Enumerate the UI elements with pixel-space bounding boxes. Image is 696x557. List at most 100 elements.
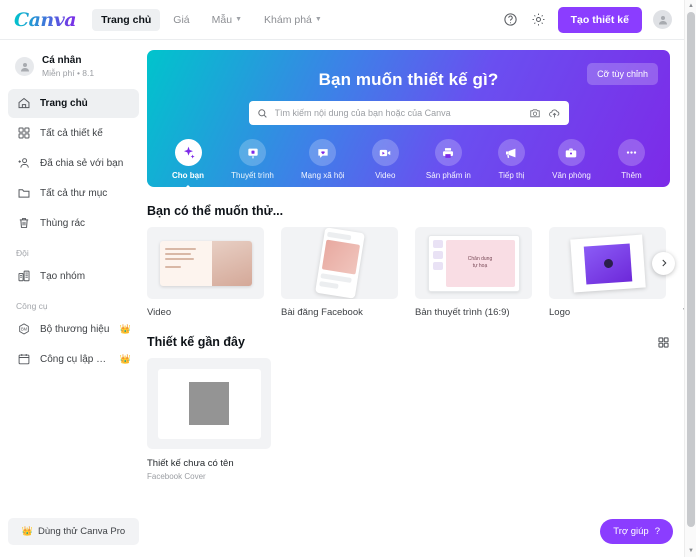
pro-upsell: 👑 Dùng thử Canva Pro — [8, 518, 139, 545]
camera-icon[interactable] — [529, 107, 541, 119]
category-office[interactable]: Văn phòng — [552, 139, 591, 180]
question-circle-icon[interactable] — [502, 11, 519, 28]
svg-text:BM: BM — [20, 327, 27, 332]
sidebar-group-tools: Công cụ — [16, 300, 48, 311]
gear-icon[interactable] — [530, 11, 547, 28]
sidebar-item-home[interactable]: Trang chủ — [8, 88, 139, 118]
recent-design-card[interactable]: Thiết kế chưa có tên Facebook Cover — [147, 358, 271, 481]
nav-item-explore[interactable]: Khám phá ▼ — [255, 9, 331, 31]
template-card-logo[interactable]: Logo — [549, 227, 666, 318]
nav-item-label: Trang chủ — [101, 13, 152, 26]
sidebar-item-all-designs[interactable]: Tất cả thiết kế — [8, 119, 139, 148]
category-label: Mạng xã hội — [301, 171, 345, 180]
account-name: Cá nhân — [42, 55, 82, 66]
main-nav: Trang chủ Giá Mẫu ▼ Khám phá ▼ — [92, 8, 331, 31]
sidebar-item-label: Đã chia sẻ với bạn — [40, 157, 124, 169]
nav-item-label: Mẫu — [211, 13, 233, 26]
section-title: Bạn có thể muốn thử... — [147, 204, 284, 218]
category-print-products[interactable]: Sản phẩm in — [426, 139, 471, 180]
try-canva-pro-button[interactable]: 👑 Dùng thử Canva Pro — [8, 518, 139, 545]
category-label: Sản phẩm in — [425, 171, 471, 180]
shared-user-icon — [16, 156, 31, 171]
pro-button-label: Dùng thử Canva Pro — [38, 526, 126, 537]
recent-design-type: Facebook Cover — [147, 472, 206, 481]
nav-item-templates[interactable]: Mẫu ▼ — [203, 9, 251, 31]
facebook-post-thumb — [281, 227, 398, 299]
video-template-thumb — [147, 227, 264, 299]
sidebar-item-label: Công cụ lập kế hoạch nội ... — [40, 353, 111, 365]
custom-size-button[interactable]: Cỡ tùy chỉnh — [587, 63, 658, 85]
category-marketing[interactable]: Tiếp thị — [497, 139, 525, 180]
recent-section-header: Thiết kế gần đây — [147, 318, 684, 358]
brand-icon: BM — [16, 322, 31, 337]
help-button-label: Trợ giúp — [613, 526, 649, 537]
sidebar-item-content-planner[interactable]: Công cụ lập kế hoạch nội ... 👑 — [8, 345, 139, 374]
crown-icon: 👑 — [119, 323, 131, 334]
cloud-upload-icon[interactable] — [548, 107, 561, 120]
grid-view-icon[interactable] — [657, 336, 670, 349]
search-bar — [248, 101, 569, 125]
template-card-facebook-post[interactable]: Bài đăng Facebook — [281, 227, 398, 318]
sparkle-icon — [174, 139, 202, 166]
video-camera-icon — [371, 139, 399, 166]
sidebar-item-label: Tạo nhóm — [40, 270, 86, 282]
category-row: Cho bạn Thuyết trình Mạng xã hội Video S… — [147, 125, 670, 180]
category-label: Thêm — [621, 171, 642, 180]
help-button[interactable]: Trợ giúp ? — [600, 519, 673, 544]
nav-item-label: Giá — [173, 13, 190, 26]
search-input[interactable] — [274, 108, 522, 118]
category-video[interactable]: Video — [371, 139, 399, 180]
avatar[interactable] — [653, 10, 672, 29]
category-label: Tiếp thị — [498, 171, 525, 180]
category-social-media[interactable]: Mạng xã hội — [301, 139, 345, 180]
sidebar-item-create-team[interactable]: Tạo nhóm — [8, 262, 139, 291]
sidebar: Cá nhân Miễn phí • 8.1 Trang chủ Tất cả … — [0, 41, 147, 557]
crown-icon: 👑 — [21, 526, 34, 536]
recent-designs-list: Thiết kế chưa có tên Facebook Cover — [147, 358, 684, 481]
recent-design-name: Thiết kế chưa có tên — [147, 458, 234, 469]
category-label: Thuyết trình — [231, 171, 274, 180]
sidebar-item-trash[interactable]: Thùng rác — [8, 209, 139, 238]
presentation-thumb: Chân dung tự hoạ — [415, 227, 532, 299]
sidebar-nav: Trang chủ Tất cả thiết kế Đã chia sẻ với… — [8, 88, 139, 374]
thumb-placeholder — [189, 382, 229, 425]
folder-icon — [16, 186, 31, 201]
calendar-icon — [16, 352, 31, 367]
nav-item-home[interactable]: Trang chủ — [92, 8, 161, 31]
page-scrollbar[interactable]: ▲ ▼ — [684, 0, 696, 557]
category-presentation[interactable]: Thuyết trình — [231, 139, 274, 180]
recent-design-thumb — [147, 358, 271, 449]
account-switcher[interactable]: Cá nhân Miễn phí • 8.1 — [8, 49, 139, 89]
section-title: Thiết kế gần đây — [147, 335, 245, 349]
chat-heart-icon — [309, 139, 337, 166]
account-avatar-icon — [15, 57, 34, 77]
printer-icon — [434, 139, 462, 166]
template-card-video[interactable]: Video — [147, 227, 264, 318]
briefcase-icon — [557, 139, 585, 166]
scroll-down-arrow[interactable]: ▼ — [685, 545, 696, 557]
category-label: Văn phòng — [552, 171, 591, 180]
more-dots-icon — [618, 139, 645, 166]
category-label: Cho bạn — [172, 171, 204, 180]
scroll-up-arrow[interactable]: ▲ — [685, 0, 696, 12]
scrollbar-thumb[interactable] — [687, 12, 695, 527]
top-header: Canva Trang chủ Giá Mẫu ▼ Khám phá ▼ Tạo… — [0, 0, 684, 40]
sidebar-item-shared-with-you[interactable]: Đã chia sẻ với bạn — [8, 149, 139, 178]
question-mark-icon: ? — [654, 526, 660, 537]
carousel-next-button[interactable] — [652, 252, 675, 275]
sidebar-item-label: Tất cả thư mục — [40, 187, 108, 199]
template-card-label: Bài đăng Facebook — [281, 307, 363, 318]
sidebar-item-brand-kit[interactable]: BM Bộ thương hiệu 👑 — [8, 315, 139, 344]
category-more[interactable]: Thêm — [618, 139, 645, 180]
template-card-presentation[interactable]: Chân dung tự hoạ Bản thuyết trình (16:9) — [415, 227, 532, 318]
chevron-right-icon — [659, 255, 669, 273]
sidebar-item-all-folders[interactable]: Tất cả thư mục — [8, 179, 139, 208]
sidebar-item-label: Thùng rác — [40, 217, 86, 229]
template-card-label: Video — [147, 307, 172, 318]
nav-item-pricing[interactable]: Giá — [164, 9, 198, 31]
main-content: Cỡ tùy chỉnh Bạn muốn thiết kế gì? Tìm k… — [147, 41, 684, 557]
canva-logo[interactable]: Canva — [14, 9, 77, 31]
category-for-you[interactable]: Cho bạn — [172, 139, 204, 180]
create-design-button[interactable]: Tạo thiết kế — [557, 6, 642, 33]
trash-icon — [16, 216, 31, 231]
